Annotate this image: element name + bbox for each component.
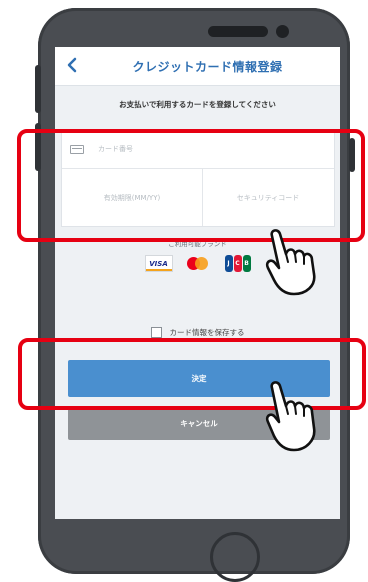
- save-card-label: カード情報を保存する: [169, 328, 245, 337]
- back-button[interactable]: [59, 52, 85, 78]
- page-title: クレジットカード情報登録: [132, 60, 283, 74]
- phone-speaker: [208, 26, 268, 37]
- instruction-text: お支払いで利用するカードを登録してください: [119, 100, 276, 109]
- chevron-left-icon: [67, 57, 77, 73]
- save-card-checkbox[interactable]: [150, 327, 162, 338]
- phone-camera: [276, 25, 289, 38]
- phone-home-button: [210, 532, 260, 582]
- pointing-hand-icon: [265, 381, 316, 452]
- visa-logo: VISA: [144, 255, 173, 272]
- pointing-hand-icon: [265, 229, 316, 296]
- mastercard-logo: [186, 256, 211, 271]
- jcb-logo: J C B: [224, 255, 251, 272]
- phone-side-button-left: [35, 65, 41, 113]
- navigation-bar: クレジットカード情報登録: [55, 47, 340, 86]
- save-card-option[interactable]: カード情報を保存する: [55, 327, 340, 338]
